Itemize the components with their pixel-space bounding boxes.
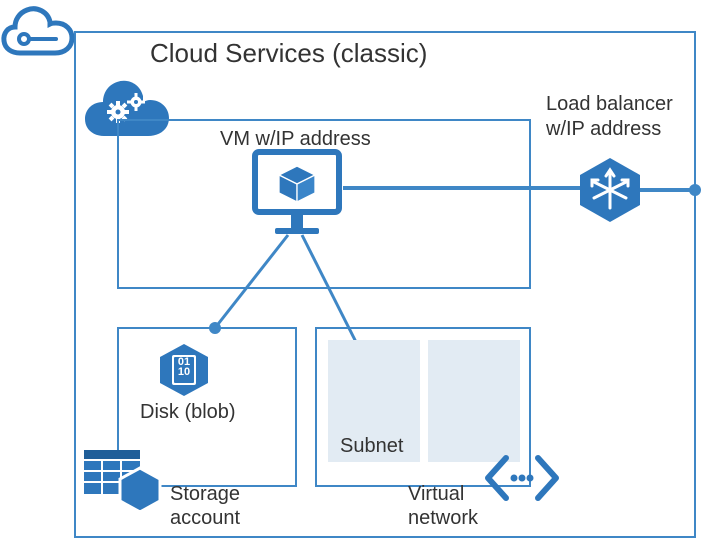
subnet-box-2 xyxy=(428,340,520,462)
storage-label-2: account xyxy=(170,507,240,529)
load-balancer-label-2: w/IP address xyxy=(545,118,661,140)
cloud-services-icon xyxy=(85,81,169,136)
disk-label: Disk (blob) xyxy=(140,401,236,423)
vm-label: VM w/IP address xyxy=(220,128,371,150)
vnet-icon xyxy=(488,458,556,498)
load-balancer-icon xyxy=(580,158,640,222)
svg-text:01: 01 xyxy=(178,356,190,368)
storage-hexagon-icon xyxy=(120,468,160,512)
vm-icon xyxy=(255,152,339,234)
disk-icon: 10 01 xyxy=(160,344,208,396)
lb-endpoint-dot xyxy=(689,184,701,196)
vm-to-subnet-connector xyxy=(302,235,358,346)
load-balancer-label-1: Load balancer xyxy=(546,93,673,115)
storage-label-1: Storage xyxy=(170,483,240,505)
subnet-label: Subnet xyxy=(340,435,404,457)
diagram-title: Cloud Services (classic) xyxy=(150,38,427,68)
vnet-label-1: Virtual xyxy=(408,483,464,505)
vnet-label-2: network xyxy=(408,507,479,529)
azure-cloud-icon xyxy=(4,9,72,53)
vm-to-disk-connector xyxy=(215,235,288,328)
